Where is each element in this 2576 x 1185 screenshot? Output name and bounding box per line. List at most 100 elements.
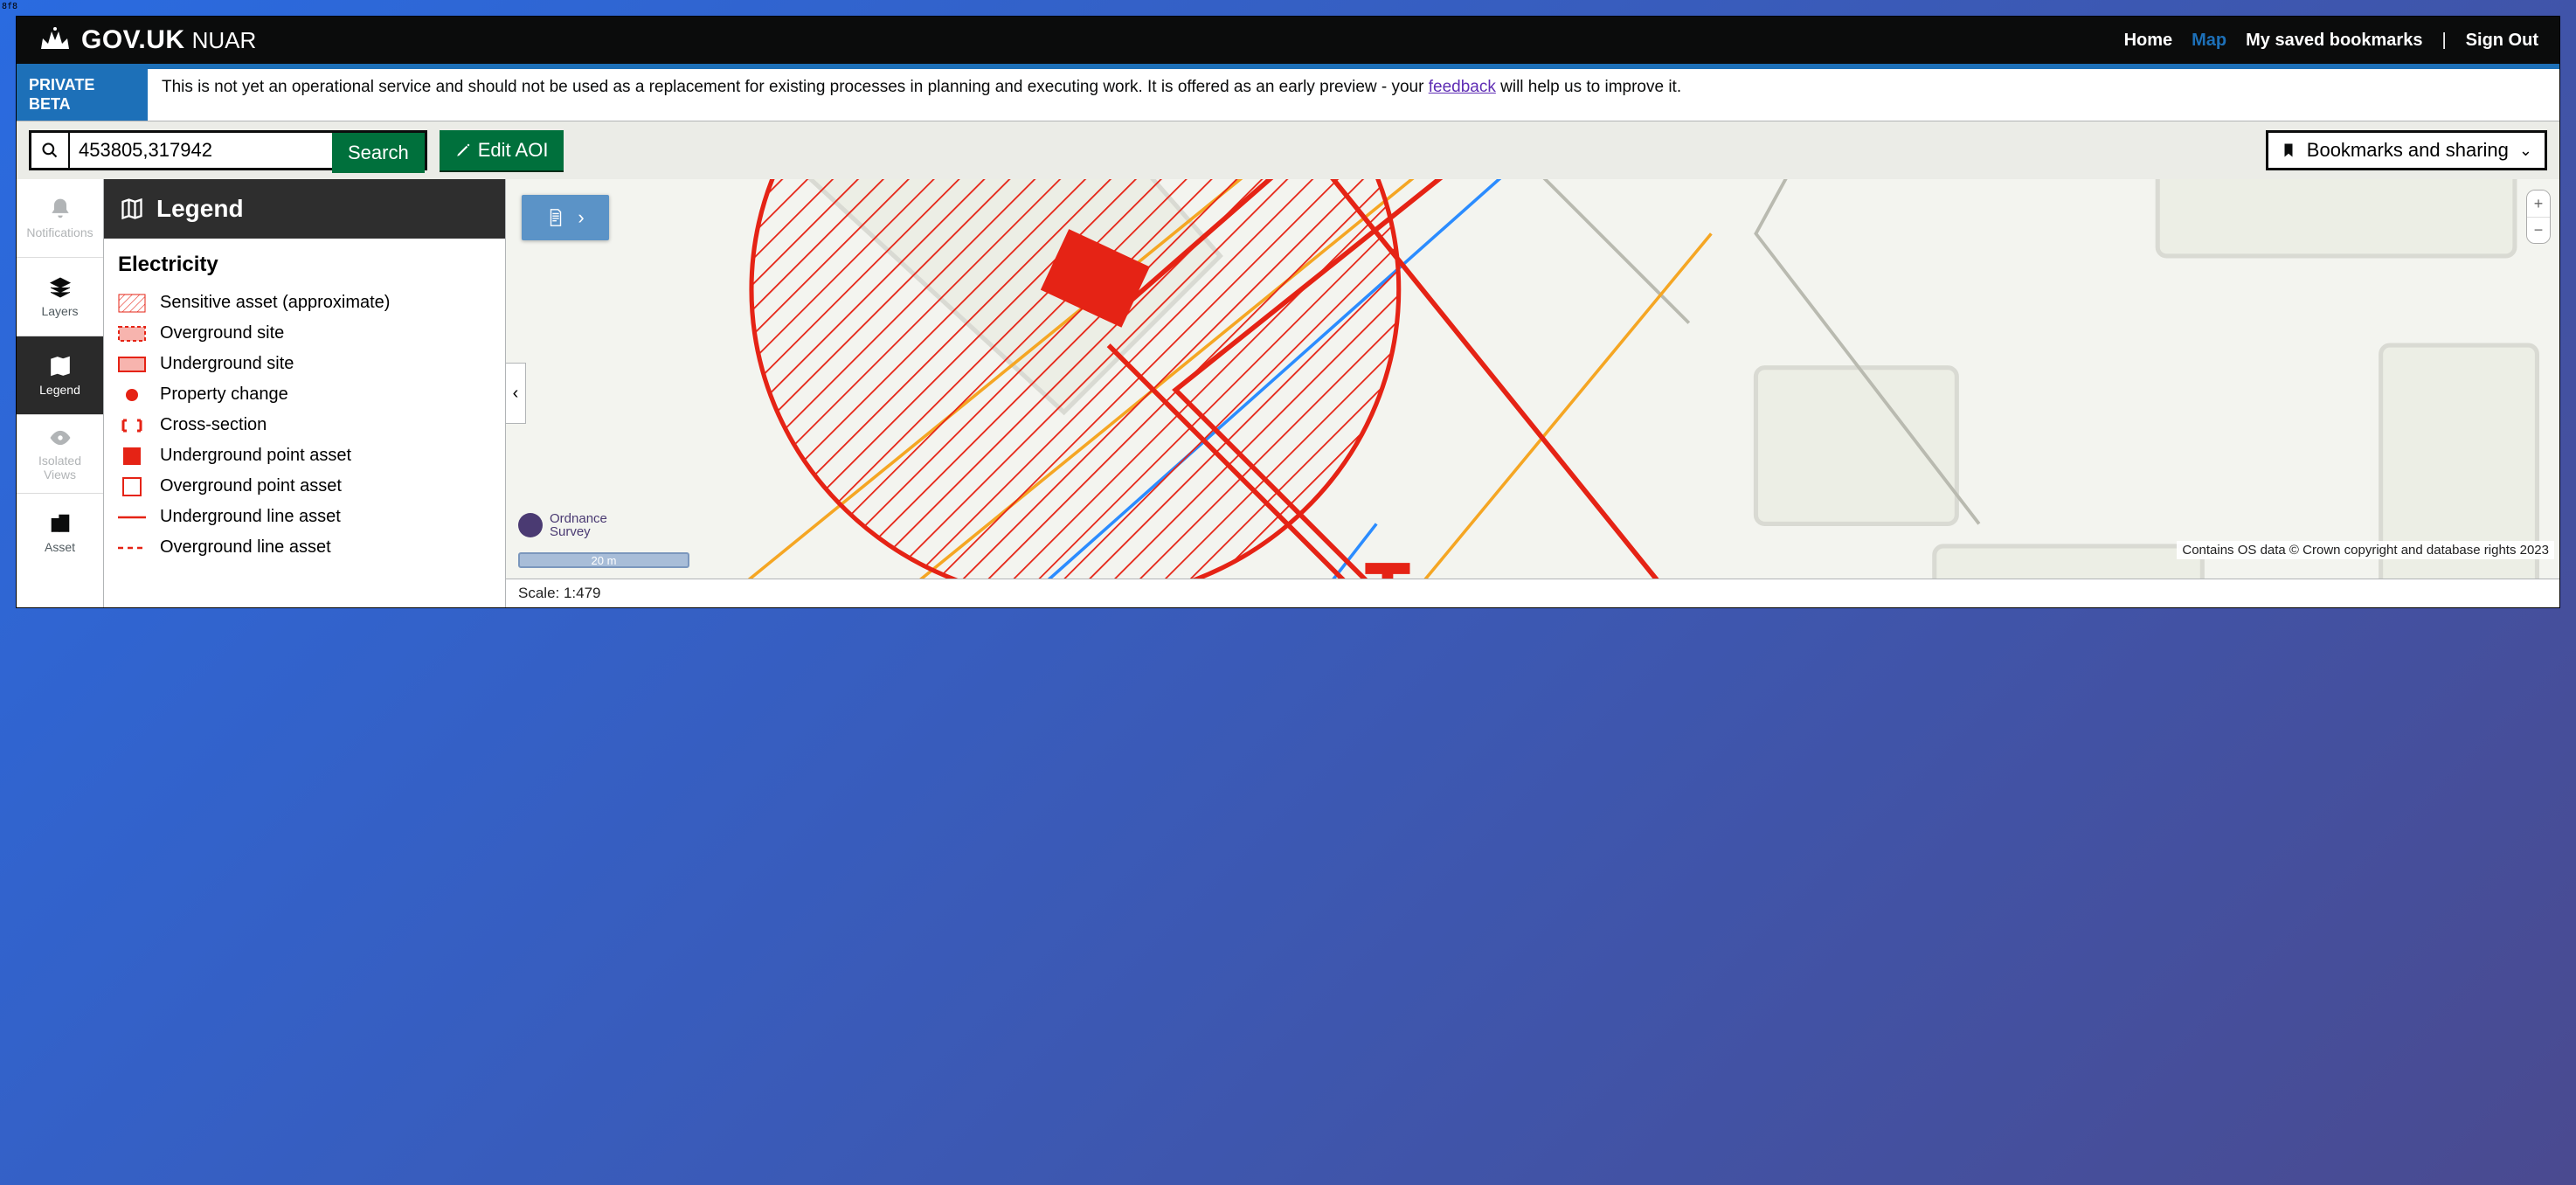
legend-item-label: Overground point asset [160,476,342,496]
brand-product: NUAR [192,27,257,53]
legend-swatch [118,294,146,313]
beta-tag: PRIVATE BETA [17,69,148,121]
os-logo-icon [518,513,543,537]
legend-swatch [118,324,146,343]
beta-msg-post: will help us to improve it. [1496,78,1681,96]
nav-bookmarks[interactable]: My saved bookmarks [2246,31,2422,51]
legend-item-label: Underground point asset [160,446,351,466]
legend-item: Overground point asset [118,471,491,502]
edit-aoi-label: Edit AOI [478,139,549,162]
os-text-2: Survey [550,525,607,538]
legend-item-label: Property change [160,385,288,405]
collapse-panel-button[interactable]: ‹ [505,363,526,424]
search-input[interactable] [70,133,332,168]
legend-item: Underground point asset [118,440,491,471]
search-group: Search [29,130,427,170]
os-text-1: Ordnance [550,512,607,525]
legend-item-label: Cross-section [160,415,267,435]
beta-banner: PRIVATE BETA This is not yet an operatio… [17,69,2559,121]
map-canvas[interactable]: › + − Ordnance Survey 20 m Contains OS [506,179,2559,579]
search-icon [31,133,70,168]
top-nav: Home Map My saved bookmarks | Sign Out [2124,31,2538,51]
brand-text: GOV.UK NUAR [81,25,256,55]
legend-body[interactable]: Electricity Sensitive asset (approximate… [104,239,505,607]
legend-swatch [118,477,146,496]
legend-item-label: Overground line asset [160,537,331,558]
legend-item: Underground site [118,349,491,379]
legend-item: Sensitive asset (approximate) [118,288,491,318]
zoom-control: + − [2526,190,2551,244]
rail-layers[interactable]: Layers [17,258,103,336]
rail-isolated-views-label: IsolatedViews [38,454,81,482]
app-window: GOV.UK NUAR Home Map My saved bookmarks |… [16,16,2560,608]
map-icon [49,355,72,378]
legend-item: Overground site [118,318,491,349]
legend-swatch [118,355,146,374]
rail-layers-label: Layers [41,304,78,318]
legend-swatch [118,385,146,405]
crown-icon [38,26,73,54]
legend-swatch [118,447,146,466]
nav-map[interactable]: Map [2192,31,2226,51]
main: Notifications Layers Legend IsolatedView… [17,179,2559,607]
beta-tag-line2: BETA [29,95,135,114]
nav-home[interactable]: Home [2124,31,2173,51]
brand: GOV.UK NUAR [38,25,256,55]
edit-aoi-button[interactable]: Edit AOI [440,130,564,170]
ordnance-survey-badge: Ordnance Survey [518,512,607,538]
bookmarks-label: Bookmarks and sharing [2307,139,2509,162]
legend-panel: Legend Electricity Sensitive asset (appr… [104,179,506,607]
building-icon [49,512,72,535]
zoom-out-button[interactable]: − [2527,217,2550,243]
scale-bar-label: 20 m [592,554,617,567]
rail-notifications-label: Notifications [26,225,93,239]
map-svg [506,179,2559,579]
legend-item: Cross-section [118,410,491,440]
rail-asset-label: Asset [45,540,75,554]
document-panel-toggle[interactable]: › [522,195,609,240]
map-icon [120,197,144,221]
legend-item-label: Sensitive asset (approximate) [160,293,390,313]
chevron-right-icon: › [578,206,584,229]
search-button[interactable]: Search [332,133,425,173]
legend-item: Underground line asset [118,502,491,532]
bookmarks-dropdown[interactable]: Bookmarks and sharing ⌄ [2266,130,2547,170]
legend-item-label: Overground site [160,323,284,343]
map-wrap: › + − Ordnance Survey 20 m Contains OS [506,179,2559,607]
feedback-link[interactable]: feedback [1429,78,1496,96]
legend-item-label: Underground site [160,354,294,374]
rail-isolated-views[interactable]: IsolatedViews [17,415,103,494]
legend-swatch [118,538,146,558]
beta-msg-pre: This is not yet an operational service a… [162,78,1429,96]
pencil-icon [455,142,471,158]
bookmark-icon [2281,141,2296,160]
zoom-in-button[interactable]: + [2527,191,2550,217]
rail-legend-label: Legend [39,383,80,397]
legend-header: Legend [104,179,505,239]
side-rail: Notifications Layers Legend IsolatedView… [17,179,104,607]
bell-icon [49,198,72,220]
legend-title: Legend [156,195,244,223]
chevron-left-icon: ‹ [513,384,519,404]
chevron-down-icon: ⌄ [2519,142,2532,160]
legend-item: Property change [118,379,491,410]
rail-notifications[interactable]: Notifications [17,179,103,258]
legend-item: Overground line asset [118,532,491,563]
corner-tag: 8f8 [2,2,17,11]
beta-text: This is not yet an operational service a… [148,69,1695,121]
document-icon [546,208,565,227]
rail-legend[interactable]: Legend [17,336,103,415]
toolbar: Search Edit AOI Bookmarks and sharing ⌄ [17,121,2559,179]
legend-swatch [118,508,146,527]
brand-govuk: GOV.UK [81,25,185,54]
scale-bar: 20 m [518,552,689,568]
nav-signout[interactable]: Sign Out [2466,31,2538,51]
legend-category: Electricity [118,253,491,277]
beta-tag-line1: PRIVATE [29,76,135,95]
gov-header: GOV.UK NUAR Home Map My saved bookmarks |… [17,17,2559,64]
scale-readout: Scale: 1:479 [506,579,2559,607]
rail-asset[interactable]: Asset [17,494,103,572]
legend-swatch [118,416,146,435]
nav-separator: | [2441,31,2446,51]
legend-item-label: Underground line asset [160,507,341,527]
